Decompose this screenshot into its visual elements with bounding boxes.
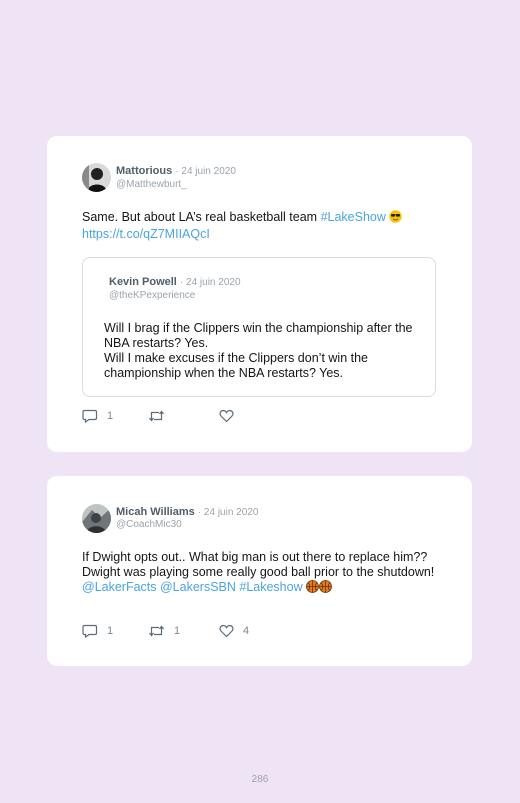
tweet-card-1: Mattorious · 24 juin 2020 @Matthewburt_ … bbox=[47, 136, 472, 452]
reply-button[interactable]: 1 bbox=[82, 623, 113, 639]
quoted-tweet[interactable]: Kevin Powell · 24 juin 2020 @theKPexperi… bbox=[82, 257, 436, 397]
reply-icon bbox=[82, 624, 98, 638]
avatar-mattorious[interactable] bbox=[82, 163, 111, 192]
reply-button[interactable]: 1 bbox=[82, 408, 113, 424]
tweet-author[interactable]: Micah Williams · 24 juin 2020 bbox=[116, 506, 258, 518]
quoted-handle[interactable]: @theKPexperience bbox=[109, 290, 195, 301]
tweet-date[interactable]: · 24 juin 2020 bbox=[175, 166, 236, 177]
retweet-button[interactable] bbox=[148, 408, 174, 424]
mention-links[interactable]: @LakerFacts @LakersSBN #Lakeshow bbox=[82, 580, 303, 594]
tweet-text: Same. But about LA’s real basketball tea… bbox=[82, 210, 450, 242]
page-number: 286 bbox=[251, 774, 269, 785]
heart-icon bbox=[219, 409, 234, 423]
quoted-text-line-2: Will I make excuses if the Clippers don’… bbox=[104, 351, 368, 380]
basketball-emoji-icon bbox=[306, 580, 320, 597]
hashtag-link[interactable]: #LakeShow bbox=[321, 210, 386, 224]
quoted-author-name[interactable]: Kevin Powell bbox=[109, 276, 177, 288]
reply-count: 1 bbox=[107, 410, 114, 422]
tweet-url-link[interactable]: https://t.co/qZ7MIIAQcI bbox=[82, 227, 210, 241]
author-name[interactable]: Mattorious bbox=[116, 165, 172, 177]
author-handle[interactable]: @Matthewburt_ bbox=[116, 179, 187, 190]
quoted-author[interactable]: Kevin Powell · 24 juin 2020 bbox=[109, 276, 241, 288]
reply-count: 1 bbox=[107, 625, 114, 637]
sunglasses-face-emoji-icon bbox=[389, 210, 403, 227]
like-button[interactable] bbox=[219, 408, 243, 424]
avatar-micah-williams[interactable] bbox=[82, 504, 111, 533]
tweet-date[interactable]: · 24 juin 2020 bbox=[198, 507, 259, 518]
tweet-text-content: If Dwight opts out.. What big man is out… bbox=[82, 550, 435, 579]
quoted-text-line-1: Will I brag if the Clippers win the cham… bbox=[104, 321, 413, 350]
tweet-author[interactable]: Mattorious · 24 juin 2020 bbox=[116, 165, 236, 177]
quoted-text: Will I brag if the Clippers win the cham… bbox=[104, 321, 421, 381]
reply-icon bbox=[82, 409, 98, 423]
tweet-card-2: Micah Williams · 24 juin 2020 @CoachMic3… bbox=[47, 476, 472, 666]
like-button[interactable]: 4 bbox=[219, 623, 249, 639]
like-count: 4 bbox=[243, 625, 250, 637]
retweet-icon bbox=[149, 625, 164, 637]
retweet-icon bbox=[149, 410, 164, 422]
quoted-date[interactable]: · 24 juin 2020 bbox=[180, 277, 241, 288]
tweet-text-content: Same. But about LA’s real basketball tea… bbox=[82, 210, 321, 224]
retweet-button[interactable]: 1 bbox=[148, 623, 180, 639]
heart-icon bbox=[219, 624, 234, 638]
author-name[interactable]: Micah Williams bbox=[116, 506, 195, 518]
tweet-text: If Dwight opts out.. What big man is out… bbox=[82, 550, 450, 597]
author-handle[interactable]: @CoachMic30 bbox=[116, 519, 182, 530]
basketball-emoji-icon bbox=[319, 580, 333, 597]
retweet-count: 1 bbox=[174, 625, 181, 637]
